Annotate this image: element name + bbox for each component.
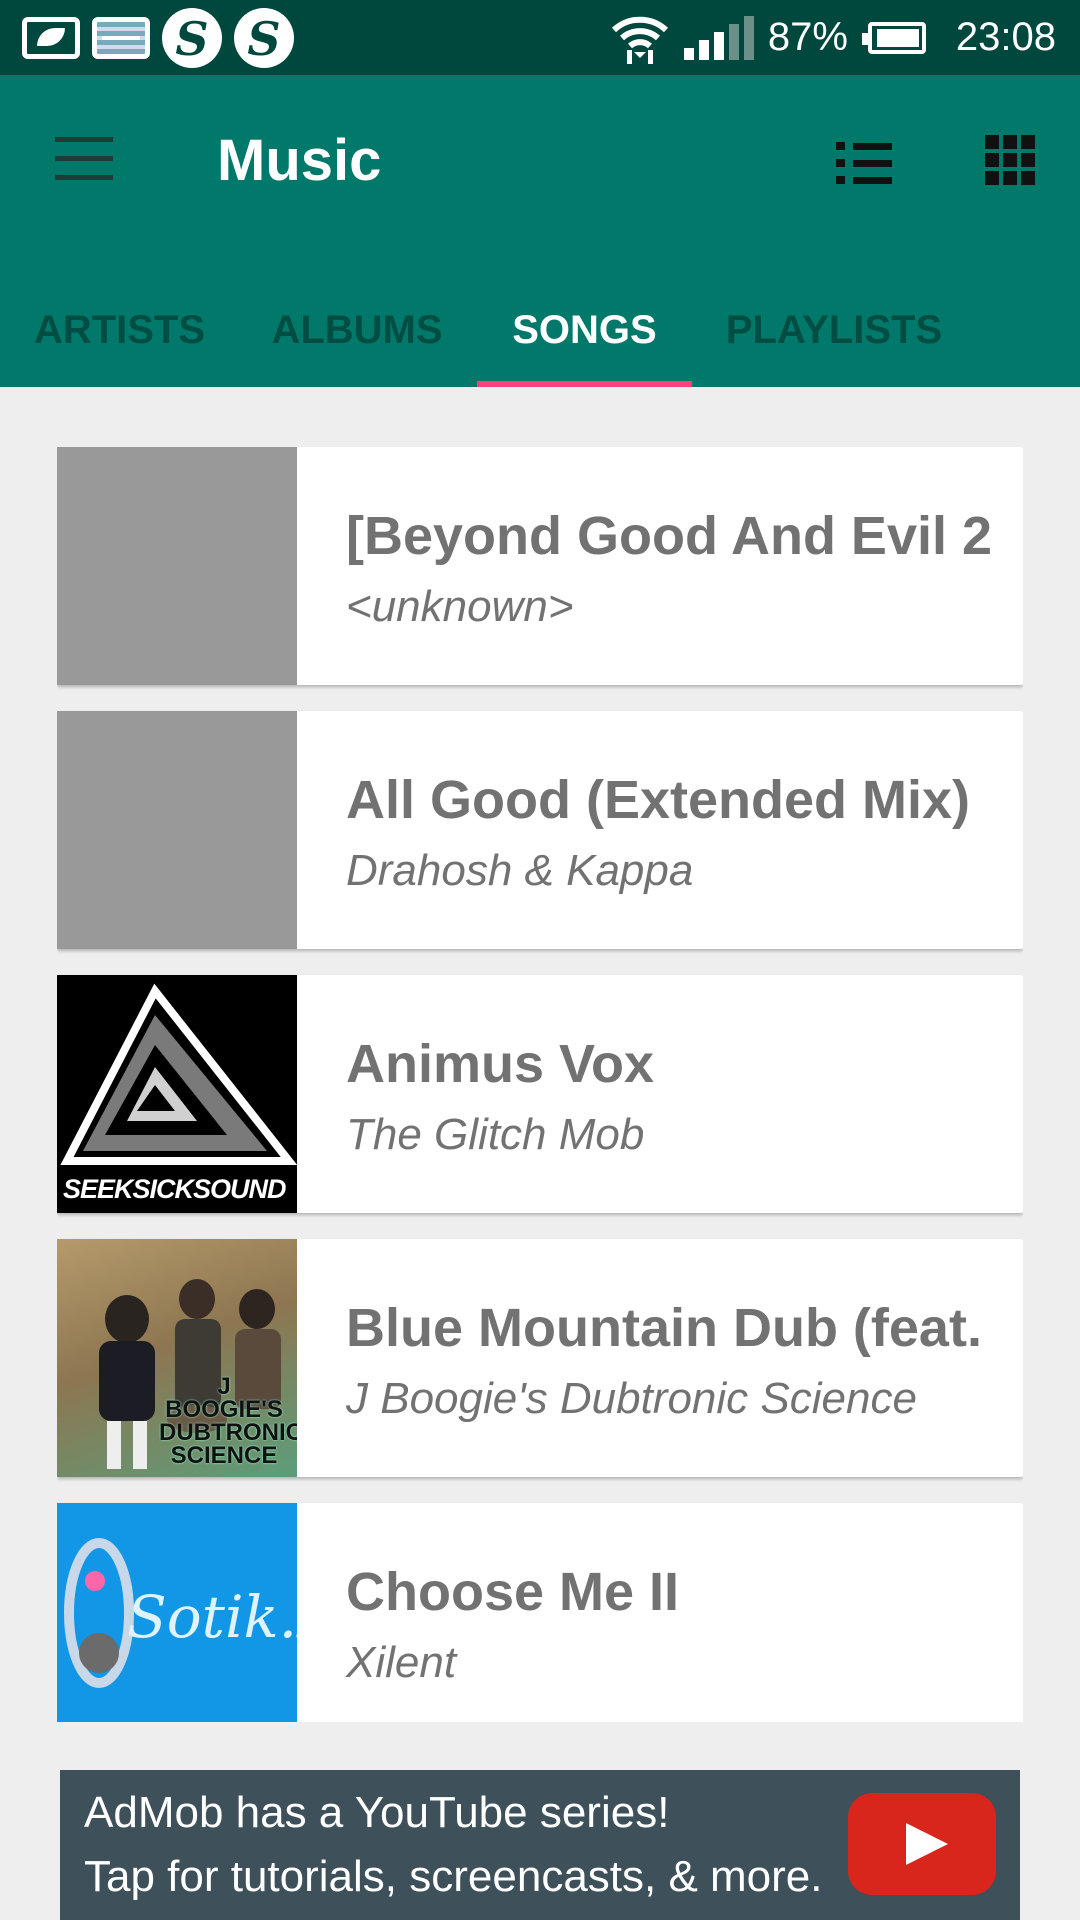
- album-art-text: SEEKSICKSOUND: [63, 1174, 287, 1204]
- youtube-play-icon: [848, 1793, 996, 1895]
- song-title: Animus Vox: [346, 1034, 655, 1094]
- album-art-text: Sotik.Ru: [127, 1583, 297, 1651]
- signal-icon: [683, 15, 754, 60]
- song-card[interactable]: Sotik.Ru Choose Me II Xilent: [57, 1503, 1023, 1722]
- song-artist: J Boogie's Dubtronic Science: [346, 1374, 917, 1423]
- song-card[interactable]: SEEKSICKSOUND Animus Vox The Glitch Mob: [57, 975, 1023, 1213]
- album-art: SEEKSICKSOUND: [57, 975, 297, 1213]
- song-title: Choose Me II: [346, 1562, 680, 1622]
- album-art-placeholder: [57, 711, 297, 949]
- menu-icon[interactable]: [55, 137, 113, 180]
- song-title: [Beyond Good And Evil 2: [346, 506, 993, 566]
- system-icons: 87% 23:08: [610, 0, 1056, 75]
- app-s-icon: [162, 8, 222, 68]
- clock: 23:08: [955, 15, 1056, 59]
- status-bar: 87% 23:08: [0, 0, 1080, 75]
- album-art: J BOOGIE'S DUBTRONIC SCIENCE: [57, 1239, 297, 1477]
- ad-banner[interactable]: AdMob has a YouTube series! Tap for tuto…: [60, 1770, 1020, 1920]
- album-art: Sotik.Ru: [57, 1503, 297, 1722]
- ad-text-line-1: AdMob has a YouTube series!: [84, 1788, 670, 1837]
- tab-artists[interactable]: ARTISTS: [22, 275, 217, 387]
- album-art-text: J BOOGIE'S DUBTRONIC SCIENCE: [159, 1373, 297, 1469]
- album-art-placeholder: [57, 447, 297, 685]
- tab-bar: ARTISTS ALBUMS SONGS PLAYLISTS: [0, 275, 1080, 387]
- song-title: Blue Mountain Dub (feat.: [346, 1298, 982, 1358]
- list-view-icon[interactable]: [836, 141, 892, 185]
- song-list[interactable]: [Beyond Good And Evil 2 <unknown> All Go…: [57, 447, 1023, 1722]
- tab-albums[interactable]: ALBUMS: [262, 275, 452, 387]
- song-card[interactable]: J BOOGIE'S DUBTRONIC SCIENCE Blue Mounta…: [57, 1239, 1023, 1477]
- app-s-icon: [234, 8, 294, 68]
- notification-icons: [22, 8, 294, 68]
- song-card[interactable]: [Beyond Good And Evil 2 <unknown>: [57, 447, 1023, 685]
- song-title: All Good (Extended Mix): [346, 770, 971, 830]
- wifi-icon: [611, 16, 668, 64]
- tab-songs[interactable]: SONGS: [477, 275, 692, 387]
- battery-percentage: 87%: [767, 15, 848, 59]
- grid-view-icon[interactable]: [985, 135, 1035, 185]
- app-bar: Music ARTISTS ALBUMS SONGS PLAYLISTS: [0, 75, 1080, 387]
- song-card[interactable]: All Good (Extended Mix) Drahosh & Kappa: [57, 711, 1023, 949]
- song-artist: <unknown>: [346, 582, 574, 631]
- song-artist: The Glitch Mob: [346, 1110, 645, 1159]
- song-artist: Xilent: [346, 1638, 457, 1687]
- page-title: Music: [217, 128, 382, 193]
- image-notification-icon: [92, 17, 150, 59]
- battery-saver-icon: [22, 17, 80, 59]
- tab-playlists[interactable]: PLAYLISTS: [718, 275, 950, 387]
- battery-icon: [861, 21, 926, 54]
- tab-indicator: [477, 381, 692, 387]
- song-artist: Drahosh & Kappa: [346, 846, 694, 895]
- ad-text-line-2: Tap for tutorials, screencasts, & more.: [84, 1852, 823, 1901]
